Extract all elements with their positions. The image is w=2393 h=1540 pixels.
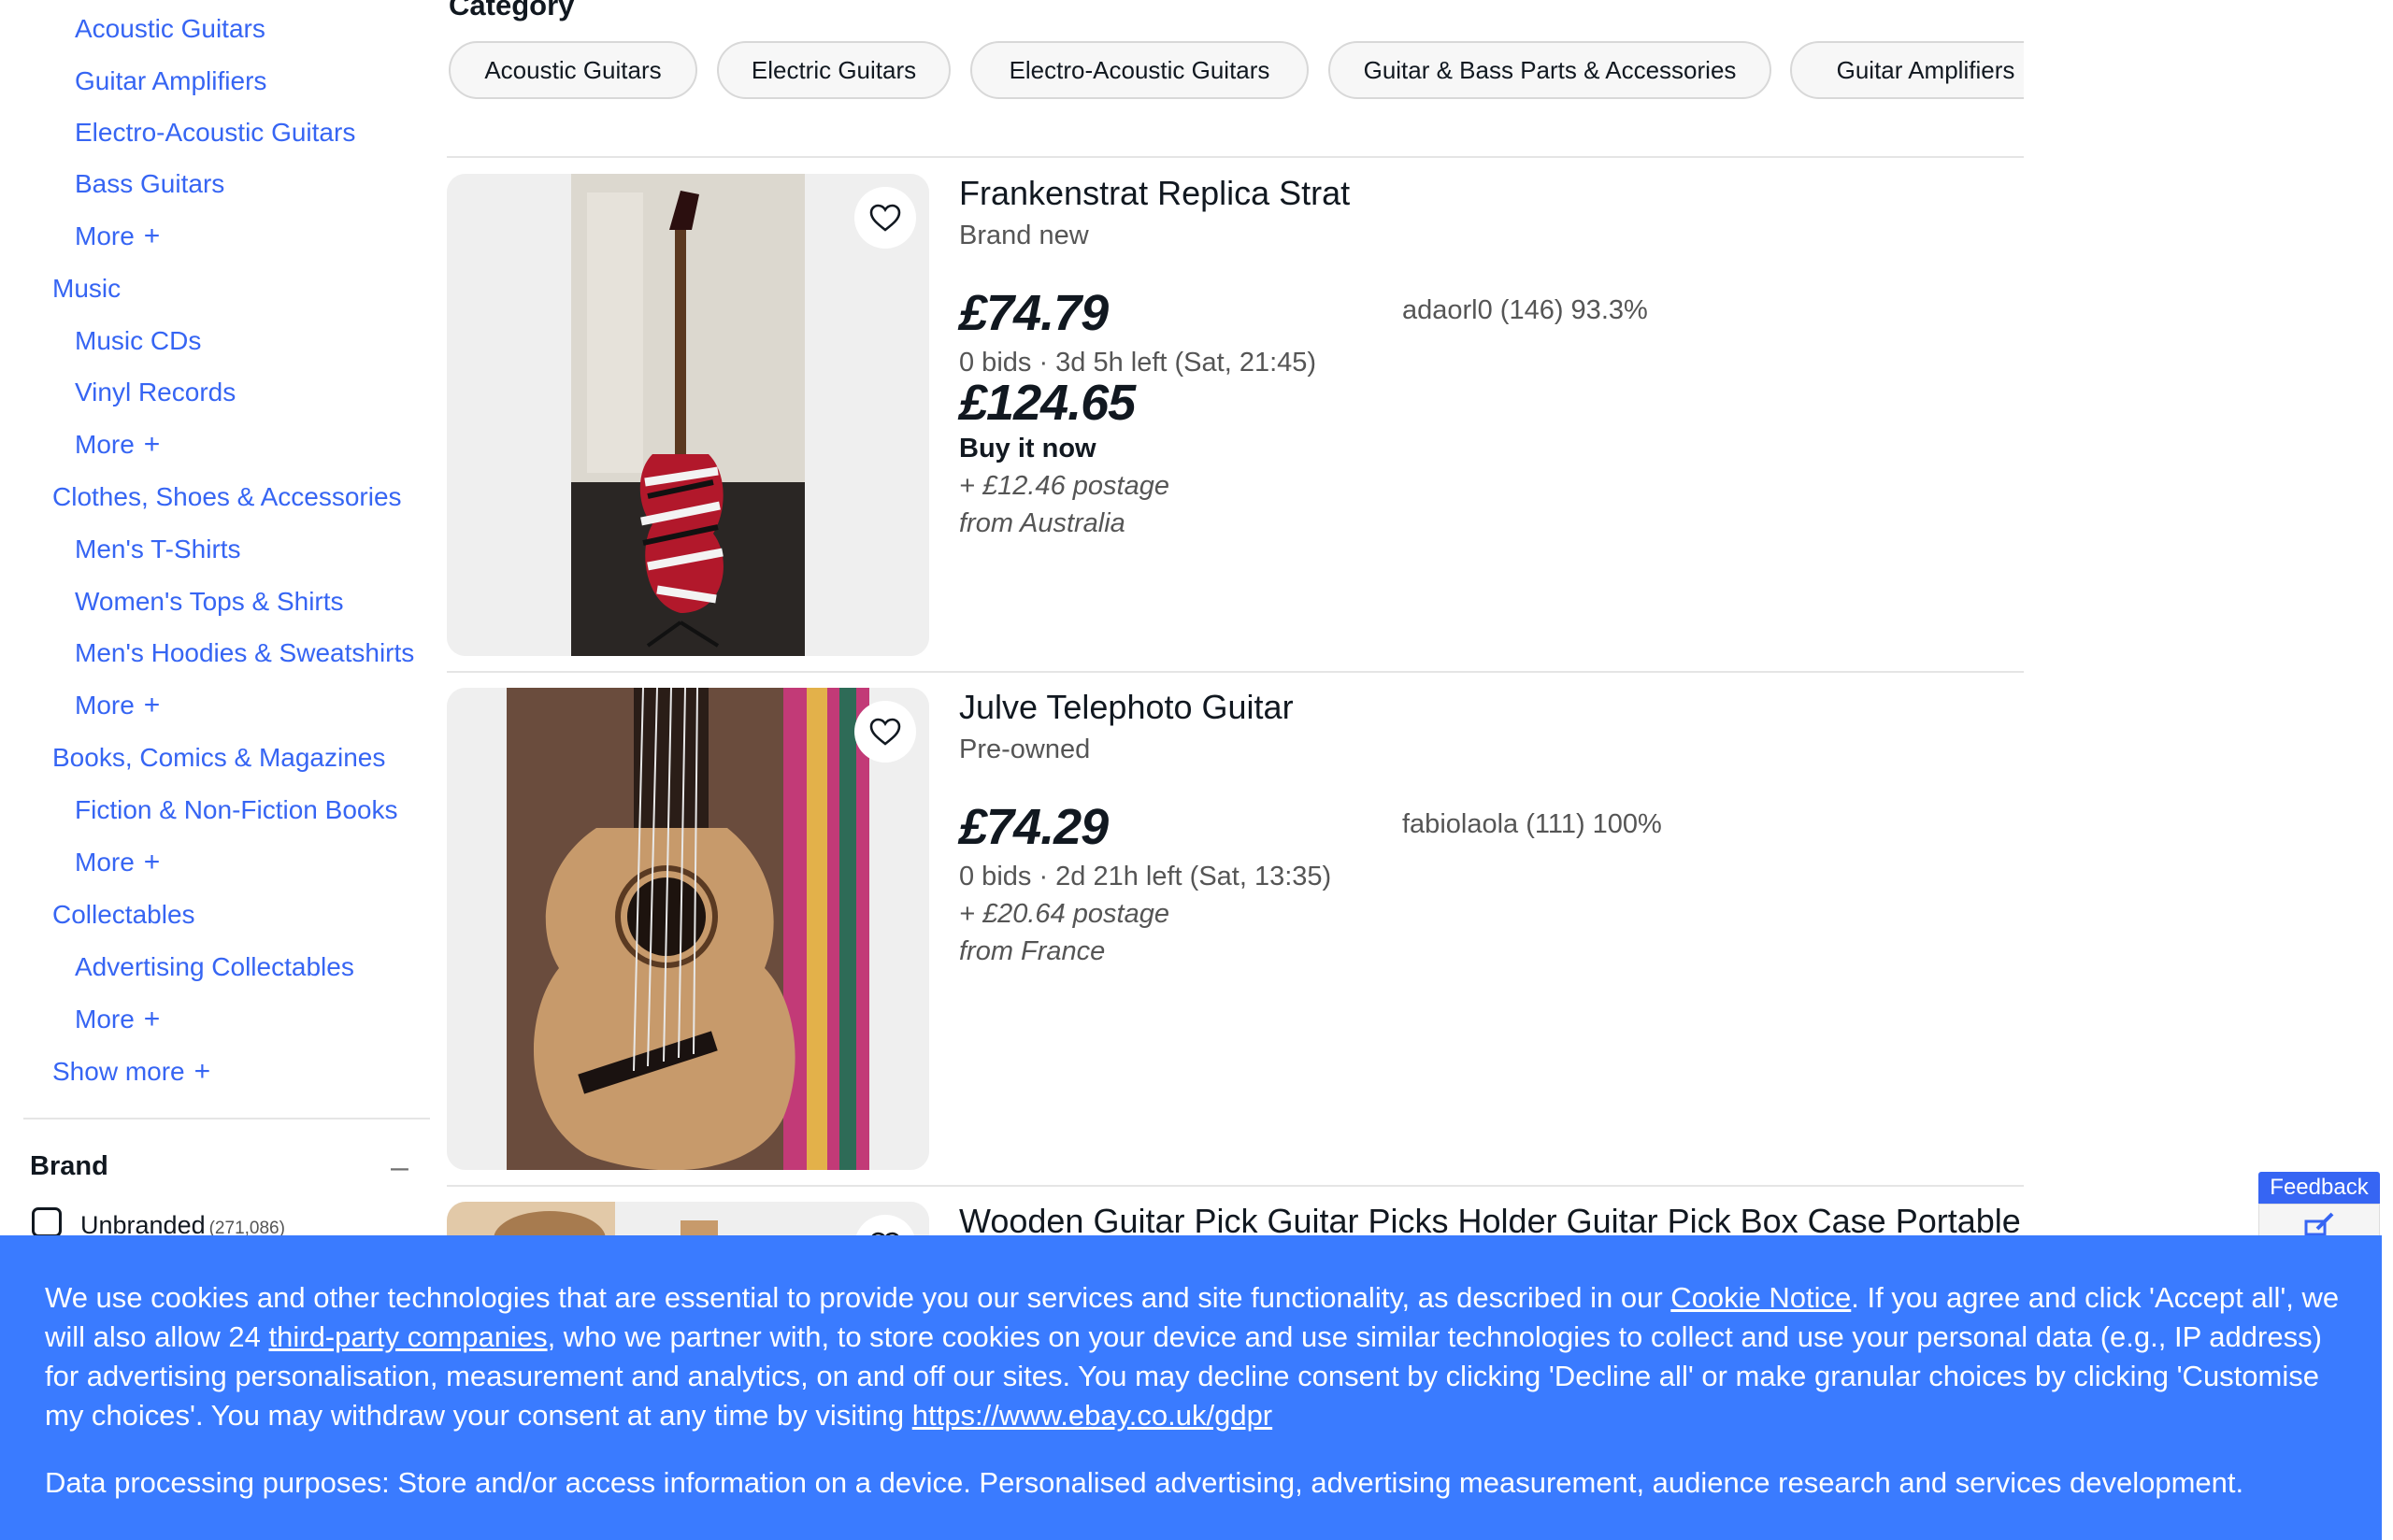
- listing-title[interactable]: Julve Telephoto Guitar: [959, 688, 1294, 727]
- gdpr-link[interactable]: https://www.ebay.co.uk/gdpr: [912, 1399, 1272, 1432]
- sidebar-item-vinyl-records[interactable]: Vinyl Records: [75, 377, 236, 408]
- plus-icon: +: [143, 429, 161, 460]
- cookie-consent-banner: We use cookies and other technologies th…: [0, 1235, 2382, 1540]
- guitar-photo-1: [447, 174, 929, 656]
- chip-guitar-bass-parts[interactable]: Guitar & Bass Parts & Accessories: [1328, 41, 1771, 99]
- listing-bin-price: £124.65: [959, 375, 1136, 431]
- row-divider: [447, 671, 2024, 673]
- brand-filter-heading[interactable]: Brand: [30, 1151, 108, 1182]
- listing-postage: + £20.64 postage: [959, 899, 1169, 929]
- listing-bids: 0 bids · 2d 21h left (Sat, 13:35): [959, 862, 1332, 891]
- plus-icon: +: [143, 847, 161, 877]
- listing-postage: + £12.46 postage: [959, 471, 1169, 501]
- listing-price: £74.29: [959, 799, 1109, 855]
- watch-heart-button[interactable]: [854, 701, 916, 763]
- chip-acoustic-guitars[interactable]: Acoustic Guitars: [449, 41, 697, 99]
- chip-electric-guitars[interactable]: Electric Guitars: [717, 41, 951, 99]
- plus-icon: +: [143, 221, 161, 251]
- feedback-icon: [2304, 1212, 2334, 1236]
- heart-icon: [869, 718, 901, 746]
- sidebar-more-clothes[interactable]: More +: [75, 690, 160, 721]
- feedback-button[interactable]: Feedback: [2258, 1172, 2380, 1204]
- sidebar-item-books-comics-magazines[interactable]: Books, Comics & Magazines: [52, 742, 385, 774]
- sidebar-item-fiction-non-fiction-books[interactable]: Fiction & Non-Fiction Books: [75, 794, 397, 826]
- data-processing-purposes: Data processing purposes: Store and/or a…: [45, 1466, 2244, 1499]
- sidebar-item-music-cds[interactable]: Music CDs: [75, 325, 201, 357]
- third-party-companies-link[interactable]: third-party companies: [269, 1320, 548, 1353]
- chip-guitar-amplifiers[interactable]: Guitar Amplifiers: [1790, 41, 2024, 99]
- category-heading: Category: [449, 0, 575, 21]
- plus-icon: +: [193, 1056, 211, 1087]
- sidebar-item-advertising-collectables[interactable]: Advertising Collectables: [75, 951, 354, 983]
- sidebar-item-acoustic-guitars[interactable]: Acoustic Guitars: [75, 13, 265, 45]
- sidebar-more-books[interactable]: More +: [75, 847, 160, 878]
- sidebar-more-music[interactable]: More +: [75, 429, 160, 461]
- listing-title[interactable]: Frankenstrat Replica Strat: [959, 174, 1350, 213]
- sidebar-item-bass-guitars[interactable]: Bass Guitars: [75, 168, 224, 200]
- plus-icon: +: [143, 1004, 161, 1034]
- listing-condition: Pre-owned: [959, 734, 1091, 764]
- chip-electro-acoustic-guitars[interactable]: Electro-Acoustic Guitars: [970, 41, 1309, 99]
- plus-icon: +: [143, 690, 161, 720]
- cookie-notice-text: We use cookies and other technologies th…: [45, 1281, 2340, 1432]
- sidebar-item-electro-acoustic-guitars[interactable]: Electro-Acoustic Guitars: [75, 117, 355, 149]
- listing-origin: from France: [959, 936, 1106, 966]
- brand-unbranded-checkbox[interactable]: [32, 1207, 62, 1237]
- sidebar-item-collectables[interactable]: Collectables: [52, 899, 195, 931]
- sidebar-divider: [23, 1118, 430, 1119]
- sidebar-show-more[interactable]: Show more +: [52, 1056, 210, 1088]
- listing-seller: fabiolaola (111) 100%: [1402, 809, 1662, 839]
- cookie-notice-link[interactable]: Cookie Notice: [1670, 1281, 1851, 1314]
- sidebar-item-mens-t-shirts[interactable]: Men's T-Shirts: [75, 534, 241, 565]
- listing-image[interactable]: [447, 688, 929, 1170]
- listing-origin: from Australia: [959, 508, 1125, 538]
- listing-seller: adaorl0 (146) 93.3%: [1402, 295, 1648, 325]
- category-chip-row: Acoustic Guitars Electric Guitars Electr…: [449, 41, 2024, 103]
- sidebar-more-collectables[interactable]: More +: [75, 1004, 160, 1035]
- listing-image[interactable]: [447, 174, 929, 656]
- sidebar-more-musical-instruments[interactable]: More +: [75, 221, 160, 252]
- listing-buy-it-now: Buy it now: [959, 434, 1096, 463]
- listing-condition: Brand new: [959, 221, 1089, 250]
- guitar-photo-2: [447, 688, 929, 1170]
- row-divider: [447, 1185, 2024, 1187]
- sidebar-item-guitar-amplifiers[interactable]: Guitar Amplifiers: [75, 65, 266, 97]
- watch-heart-button[interactable]: [854, 187, 916, 249]
- sidebar-item-mens-hoodies-sweatshirts[interactable]: Men's Hoodies & Sweatshirts: [75, 637, 414, 669]
- sidebar-item-clothes-shoes-accessories[interactable]: Clothes, Shoes & Accessories: [52, 481, 402, 513]
- listing-price: £74.79: [959, 285, 1109, 341]
- minus-icon[interactable]: –: [391, 1151, 408, 1183]
- sidebar-item-music[interactable]: Music: [52, 273, 121, 305]
- sidebar-item-womens-tops-shirts[interactable]: Women's Tops & Shirts: [75, 586, 344, 618]
- results-divider: [447, 156, 2024, 158]
- heart-icon: [869, 204, 901, 232]
